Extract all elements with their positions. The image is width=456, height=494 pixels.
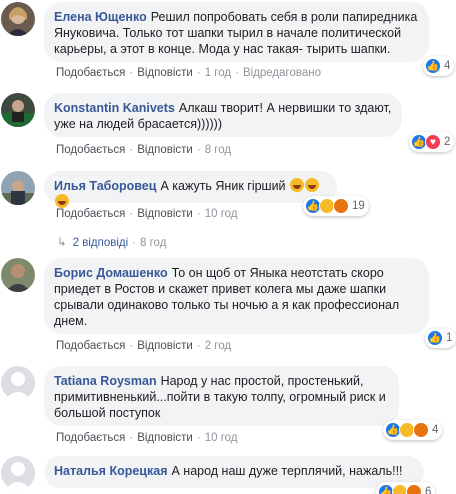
comment-actions: Подобається · Відповісти · 10 год [56,432,238,444]
reaction-count: 4 [444,60,451,72]
angry-reaction-icon [406,484,422,494]
like-reaction-icon: 👍 [427,330,443,346]
like-button[interactable]: Подобається [56,67,125,79]
author-name[interactable]: Елена Ющенко [54,10,147,24]
timestamp[interactable]: 10 год [205,432,238,444]
love-reaction-icon: ♥ [425,134,441,150]
laughing-emoji-icon [290,178,305,192]
timestamp[interactable]: 2 год [205,340,231,352]
comment-bubble: Елена Ющенко Решил попробовать себя в рол… [44,2,429,62]
avatar[interactable] [1,2,35,36]
like-button[interactable]: Подобається [56,432,125,444]
edited-label[interactable]: Відредаговано [243,67,321,79]
like-button[interactable]: Подобається [56,340,125,352]
reply-arrow-icon: ↳ [57,237,67,249]
timestamp[interactable]: 10 год [205,208,238,220]
replies-count[interactable]: 2 відповіді [73,237,129,249]
comment-text: А кажуть Яник гірший [160,179,286,193]
like-button[interactable]: Подобається [56,144,125,156]
comment-bubble: Tatiana Roysman Народ у нас простой, прос… [44,366,399,426]
timestamp[interactable]: 1 год [205,67,231,79]
comment-actions: Подобається · Відповісти · 2 год [56,340,232,352]
angry-reaction-icon [413,422,429,438]
reply-button[interactable]: Відповісти [137,340,193,352]
reply-button[interactable]: Відповісти [137,67,193,79]
comment-bubble: Наталья Корецкая А народ наш дуже терпляч… [44,456,424,488]
avatar[interactable] [1,456,35,490]
author-name[interactable]: Илья Таборовец [54,179,156,193]
timestamp[interactable]: 8 год [205,144,231,156]
reply-button[interactable]: Відповісти [137,144,193,156]
reaction-count: 1 [446,332,453,344]
reaction-count: 19 [352,200,365,212]
avatar[interactable] [1,93,35,127]
avatar[interactable] [1,366,35,400]
reaction-summary[interactable]: 👍 19 [303,196,369,216]
angry-reaction-icon [333,198,349,214]
like-button[interactable]: Подобається [56,208,125,220]
reaction-summary[interactable]: 👍 1 [425,328,456,348]
reaction-count: 2 [444,136,451,148]
comment-actions: Подобається · Відповісти · 1 год · Відредагова… [56,67,321,79]
like-reaction-icon: 👍 [425,58,441,74]
reply-button[interactable]: Відповісти [137,432,193,444]
author-name[interactable]: Konstantin Kanivets [54,101,175,115]
reply-button[interactable]: Відповісти [137,208,193,220]
author-name[interactable]: Наталья Корецкая [54,464,167,478]
reaction-summary[interactable]: 👍 ♥ 2 [409,132,455,152]
reaction-summary[interactable]: 👍 4 [423,56,455,76]
comment-bubble: Konstantin Kanivets Алкаш творит! А нерви… [44,93,402,137]
comment-actions: Подобається · Відповісти · 8 год [56,144,232,156]
reaction-count: 4 [432,424,439,436]
view-replies-link[interactable]: ↳ 2 відповіді · 8 год [57,235,166,249]
comment-bubble: Борис Домашенко То он щоб от Яныка неотст… [44,258,429,334]
comment-bubble: Илья Таборовец А кажуть Яник гірший [44,171,337,208]
comment-text: А народ наш дуже терплячий, нажаль!!! [171,464,403,478]
author-name[interactable]: Борис Домашенко [54,266,168,280]
laughing-emoji-icon [305,178,320,192]
reaction-summary[interactable]: 👍 6 [376,482,436,494]
author-name[interactable]: Tatiana Roysman [54,374,157,388]
reaction-summary[interactable]: 👍 4 [383,420,443,440]
comment-actions: Подобається · Відповісти · 10 год [56,208,238,220]
avatar[interactable] [1,171,35,205]
replies-timestamp: 8 год [140,237,167,249]
reaction-count: 6 [425,486,432,494]
laughing-emoji-icon [55,194,69,208]
avatar[interactable] [1,258,35,292]
